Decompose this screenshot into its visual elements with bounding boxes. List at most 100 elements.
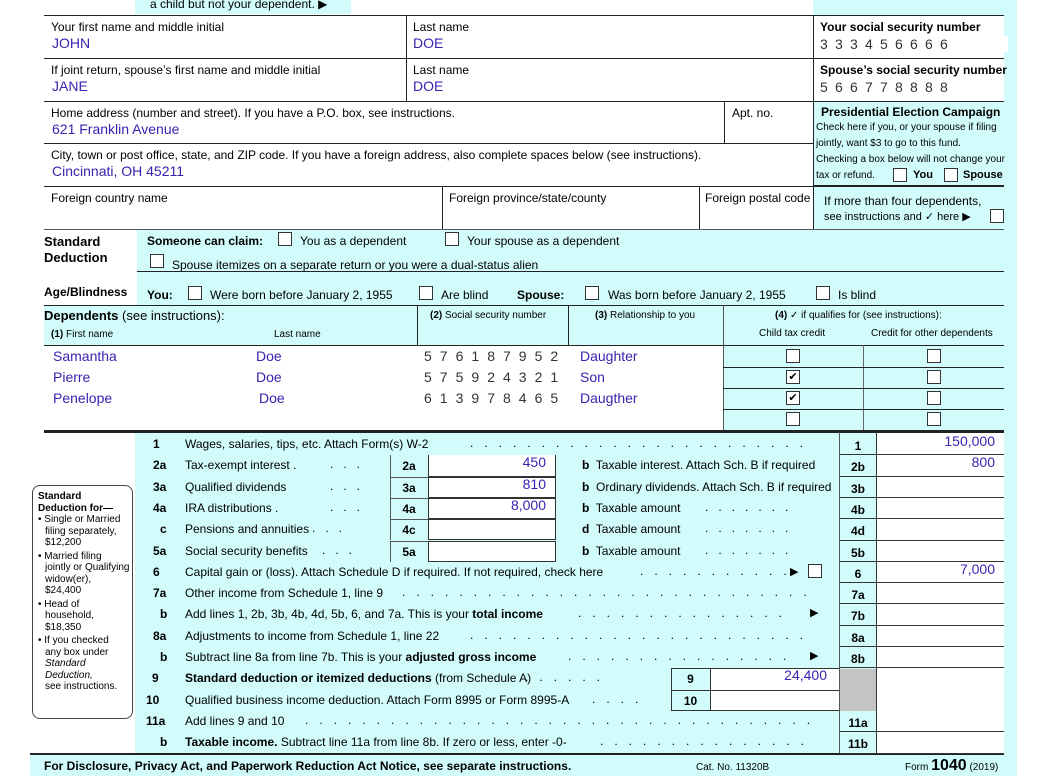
divider [44, 229, 1004, 230]
child-tax-credit-checkbox[interactable] [786, 349, 800, 363]
spouse-itemizes-checkbox[interactable] [150, 254, 164, 268]
campaign-text-4: tax or refund. [816, 170, 875, 181]
line-number: 4a [153, 500, 167, 515]
right-amount-field[interactable]: 150,000 [878, 433, 995, 454]
child-tax-credit-checkbox[interactable]: ✔ [786, 391, 800, 405]
spouse-ssn-field[interactable]: 566778888 [820, 79, 955, 95]
dependent-relationship[interactable] [580, 411, 720, 429]
line-description: Subtract line 8a from line 7b. This is y… [185, 650, 536, 664]
dependent-relationship[interactable]: Daugther [580, 390, 720, 408]
dependent-last-name[interactable]: Doe [256, 369, 406, 387]
more-dependents-checkbox[interactable] [990, 209, 1004, 223]
spouse-as-dependent-label: Your spouse as a dependent [467, 234, 620, 248]
spouse-as-dependent-checkbox[interactable] [445, 232, 459, 246]
spouse-blind-checkbox[interactable] [816, 286, 830, 300]
line-text: Wages, salaries, tips, etc. Attach Form(… [185, 437, 429, 451]
col3-header: (3) Relationship to you [595, 310, 695, 321]
right-amount-field[interactable] [878, 497, 995, 518]
right-amount-field[interactable] [878, 582, 995, 603]
right-box-number: 11b [847, 737, 868, 752]
form-number: 1040 [931, 757, 967, 774]
inner-amount-field[interactable] [428, 519, 556, 541]
dep-check-band [723, 346, 1017, 432]
right-amount-field[interactable] [878, 540, 995, 561]
more-deps-text-1: If more than four dependents, [824, 194, 982, 208]
dependent-first-name[interactable]: Penelope [53, 390, 253, 408]
child-tax-credit-checkbox[interactable]: ✔ [786, 370, 800, 384]
first-name-field[interactable]: JOHN [52, 35, 90, 51]
you-blind-checkbox[interactable] [419, 286, 433, 300]
spouse-born-before-checkbox[interactable] [585, 286, 599, 300]
dependent-first-name[interactable] [53, 411, 253, 429]
dependent-relationship[interactable]: Daughter [580, 348, 720, 366]
dependent-ssn[interactable]: 576187952 [424, 348, 566, 364]
leader-dots: ................ [568, 649, 798, 663]
campaign-you-checkbox[interactable] [893, 168, 907, 182]
inner-box-number: 2a [402, 459, 416, 474]
line-description: Social security benefits [185, 544, 308, 558]
line-number: 6 [153, 564, 160, 579]
right-amount-field[interactable]: 800 [878, 454, 995, 475]
other-dependent-credit-checkbox[interactable] [927, 349, 941, 363]
other-dependent-credit-checkbox[interactable] [927, 412, 941, 426]
line-number: 1 [153, 437, 160, 451]
right-amount-field[interactable] [878, 646, 995, 667]
dependent-relationship[interactable]: Son [580, 369, 720, 387]
divider [442, 186, 443, 229]
dependent-last-name[interactable] [256, 411, 406, 429]
campaign-you-label: You [913, 169, 933, 181]
divider [814, 185, 1004, 186]
mid-box-number: 9 [687, 672, 694, 687]
ssn-field[interactable]: 333456666 [820, 36, 955, 52]
right-amount-field[interactable] [878, 603, 995, 624]
dependent-ssn[interactable]: 613978465 [424, 390, 566, 406]
foreign-postal-label: Foreign postal code [705, 191, 811, 205]
right-amount-field[interactable] [878, 476, 995, 497]
line-description: Taxable income. Subtract line 11a from l… [185, 735, 567, 749]
right-amount-field[interactable] [878, 518, 995, 539]
dependent-last-name[interactable]: Doe [256, 348, 406, 366]
other-dependent-credit-checkbox[interactable] [927, 391, 941, 405]
right-amount-field[interactable] [878, 710, 995, 731]
spouse-last-name-field[interactable]: DOE [413, 78, 443, 94]
line-number: 7a [153, 586, 167, 601]
divider [44, 101, 1004, 102]
apt-no-label: Apt. no. [732, 106, 774, 120]
right-amount-field[interactable]: 7,000 [878, 561, 995, 582]
child-tax-credit-checkbox[interactable] [786, 412, 800, 426]
city-field[interactable]: Cincinnati, OH 45211 [52, 163, 184, 179]
dependent-ssn[interactable] [424, 411, 566, 427]
inner-amount-value: 450 [522, 454, 546, 471]
you-as-dependent-checkbox[interactable] [278, 232, 292, 246]
right-amount-field[interactable] [878, 625, 995, 646]
dependent-last-name[interactable]: Doe [259, 390, 409, 408]
you-born-before-checkbox[interactable] [188, 286, 202, 300]
home-address-field[interactable]: 621 Franklin Avenue [52, 121, 179, 137]
cat-no: Cat. No. 11320B [696, 762, 770, 773]
right-amount-field[interactable] [878, 731, 995, 752]
form-year: (2019) [966, 762, 999, 773]
leader-dots: ........................ [470, 436, 815, 450]
other-dependent-credit-checkbox[interactable] [927, 370, 941, 384]
more-deps-text-2: see instructions and ✓ here ▶ [824, 211, 971, 223]
leader-dots: ....... [705, 521, 799, 536]
col4-num: (4) [775, 310, 788, 321]
dependent-first-name[interactable]: Pierre [53, 369, 253, 387]
line-text: Tax-exempt interest . [185, 458, 297, 473]
spouse-first-name-field[interactable]: JANE [52, 78, 88, 94]
standard-deduction-title-1: Standard [44, 234, 101, 249]
line-text: Social security benefits [185, 543, 308, 558]
right-box-number: 2b [850, 460, 865, 475]
note-bullet-2-cont2: widow(er), [45, 573, 92, 585]
leader-dots: ... [322, 542, 363, 557]
col2-header: (2) Social security number [430, 310, 546, 321]
campaign-spouse-checkbox[interactable] [944, 168, 958, 182]
mid-amount-field[interactable] [710, 689, 839, 711]
dependent-ssn[interactable]: 575924321 [424, 369, 566, 385]
capital-gain-not-required-checkbox[interactable] [808, 563, 822, 578]
note-bullet-4-cont: any box under [45, 646, 109, 658]
line-number: c [160, 522, 167, 537]
inner-amount-field[interactable] [428, 540, 556, 562]
last-name-field[interactable]: DOE [413, 35, 443, 51]
dependent-first-name[interactable]: Samantha [53, 348, 253, 366]
